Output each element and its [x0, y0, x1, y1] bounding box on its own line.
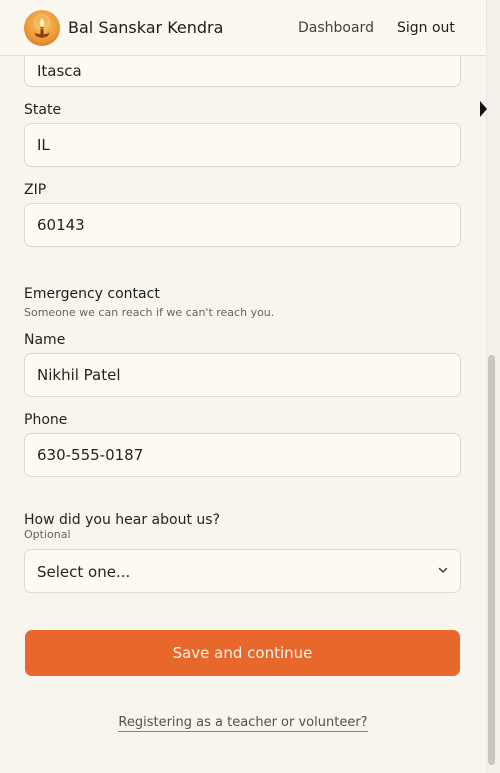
emergency-contact-description: Someone we can reach if we can't reach y… [24, 306, 275, 319]
sign-out-link[interactable]: Sign out [397, 19, 455, 37]
emergency-name-label: Name [24, 332, 66, 348]
optional-hint: Optional [24, 528, 71, 541]
emergency-phone-label: Phone [24, 412, 68, 428]
chevron-down-icon [438, 567, 448, 573]
app-title: Bal Sanskar Kendra [68, 18, 224, 37]
referral-select[interactable]: Select one... [24, 549, 461, 593]
state-label: State [24, 102, 62, 118]
referral-label: How did you hear about us? [24, 512, 220, 528]
zip-input[interactable] [24, 203, 461, 247]
zip-label: ZIP [24, 182, 47, 198]
dashboard-link[interactable]: Dashboard [298, 19, 374, 37]
scrollbar-thumb[interactable] [488, 355, 495, 765]
emergency-name-input[interactable] [24, 353, 461, 397]
cursor-arrow-icon [480, 101, 487, 117]
emergency-contact-heading: Emergency contact [24, 286, 160, 302]
teacher-volunteer-link-container: Registering as a teacher or volunteer? [0, 714, 486, 732]
referral-select-value: Select one... [37, 563, 131, 581]
city-input[interactable] [24, 56, 461, 87]
app-header: Bal Sanskar Kendra Dashboard Sign out [0, 0, 486, 56]
save-and-continue-button[interactable]: Save and continue [25, 630, 460, 676]
state-input[interactable] [24, 123, 461, 167]
teacher-volunteer-link[interactable]: Registering as a teacher or volunteer? [118, 715, 368, 732]
emergency-phone-input[interactable] [24, 433, 461, 477]
diya-lamp-icon[interactable] [24, 10, 60, 46]
